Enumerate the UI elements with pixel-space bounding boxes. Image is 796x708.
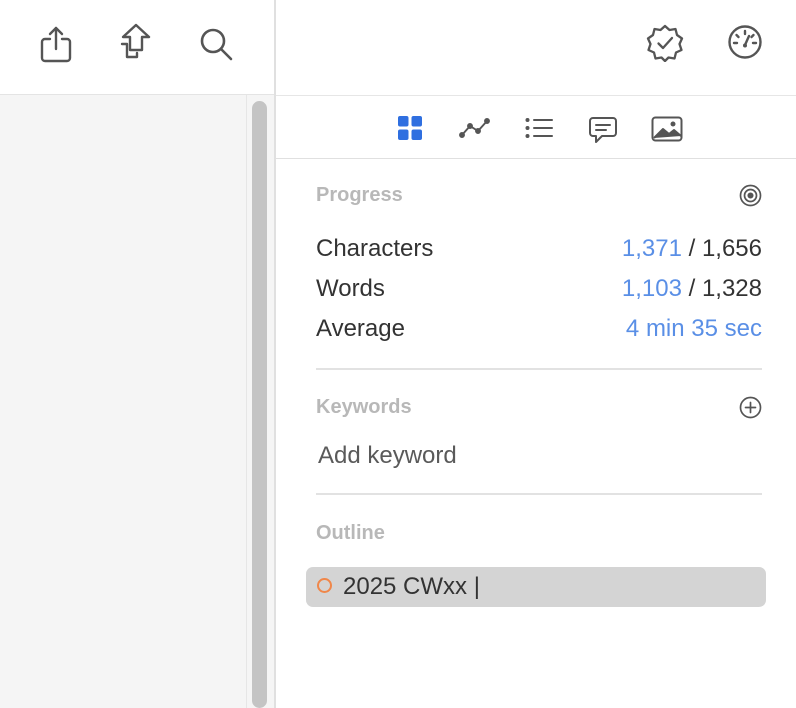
characters-label: Characters <box>316 235 434 262</box>
words-value: 1,103 / 1,328 <box>622 275 762 303</box>
outline-item[interactable]: 2025 CWxx | <box>306 567 766 607</box>
words-separator: / <box>681 275 702 302</box>
characters-separator: / <box>681 235 702 262</box>
divider <box>316 493 762 495</box>
characters-total: 1,656 <box>701 235 762 262</box>
line-chart-icon[interactable] <box>459 117 491 139</box>
average-value: 4 min 35 sec <box>625 315 762 342</box>
search-icon[interactable] <box>198 26 234 62</box>
add-keyword-field[interactable]: Add keyword <box>318 442 457 470</box>
outline-item-text: 2025 CWxx | <box>343 573 480 600</box>
verified-badge-icon[interactable] <box>646 24 684 62</box>
outline-status-dot <box>317 578 332 593</box>
list-icon[interactable] <box>525 117 553 139</box>
words-current: 1,103 <box>621 275 682 302</box>
right-toolbar <box>276 0 796 94</box>
scrollbar-thumb[interactable] <box>252 101 267 708</box>
share-icon[interactable] <box>38 24 74 64</box>
progress-title: Progress <box>316 184 403 206</box>
words-total: 1,328 <box>701 275 762 302</box>
divider <box>316 368 762 370</box>
outline-title: Outline <box>316 522 385 544</box>
comment-icon[interactable] <box>588 116 618 144</box>
words-label: Words <box>316 275 385 302</box>
left-toolbar <box>0 0 275 95</box>
move-icon[interactable] <box>118 22 154 62</box>
add-keyword-icon[interactable] <box>739 396 762 419</box>
gauge-icon[interactable] <box>727 24 763 60</box>
average-label: Average <box>316 315 405 342</box>
characters-value: 1,371 / 1,656 <box>622 235 762 263</box>
keywords-title: Keywords <box>316 396 412 418</box>
characters-current: 1,371 <box>621 235 682 262</box>
inspector-tab-strip <box>276 95 796 159</box>
target-icon[interactable] <box>739 184 762 207</box>
editor-pane[interactable] <box>0 95 246 708</box>
grid-icon[interactable] <box>398 116 422 140</box>
image-icon[interactable] <box>651 116 683 142</box>
